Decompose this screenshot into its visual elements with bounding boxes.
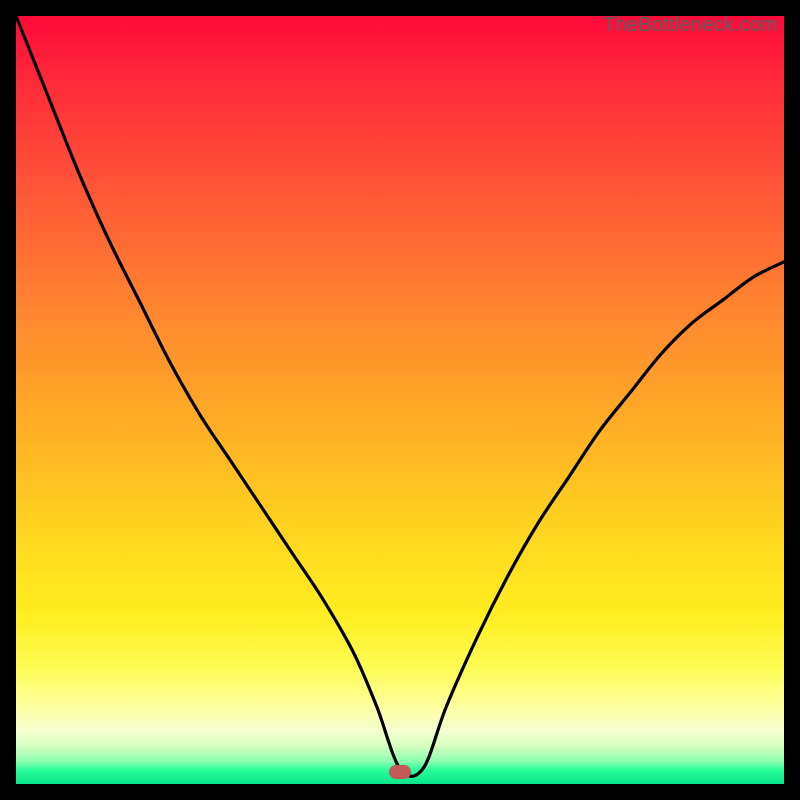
chart-plot-area: TheBottleneck.com <box>16 16 784 784</box>
bottleneck-curve <box>16 16 784 784</box>
chart-stage: TheBottleneck.com <box>0 0 800 800</box>
bottleneck-minimum-marker <box>389 765 411 779</box>
watermark-text: TheBottleneck.com <box>603 14 778 37</box>
